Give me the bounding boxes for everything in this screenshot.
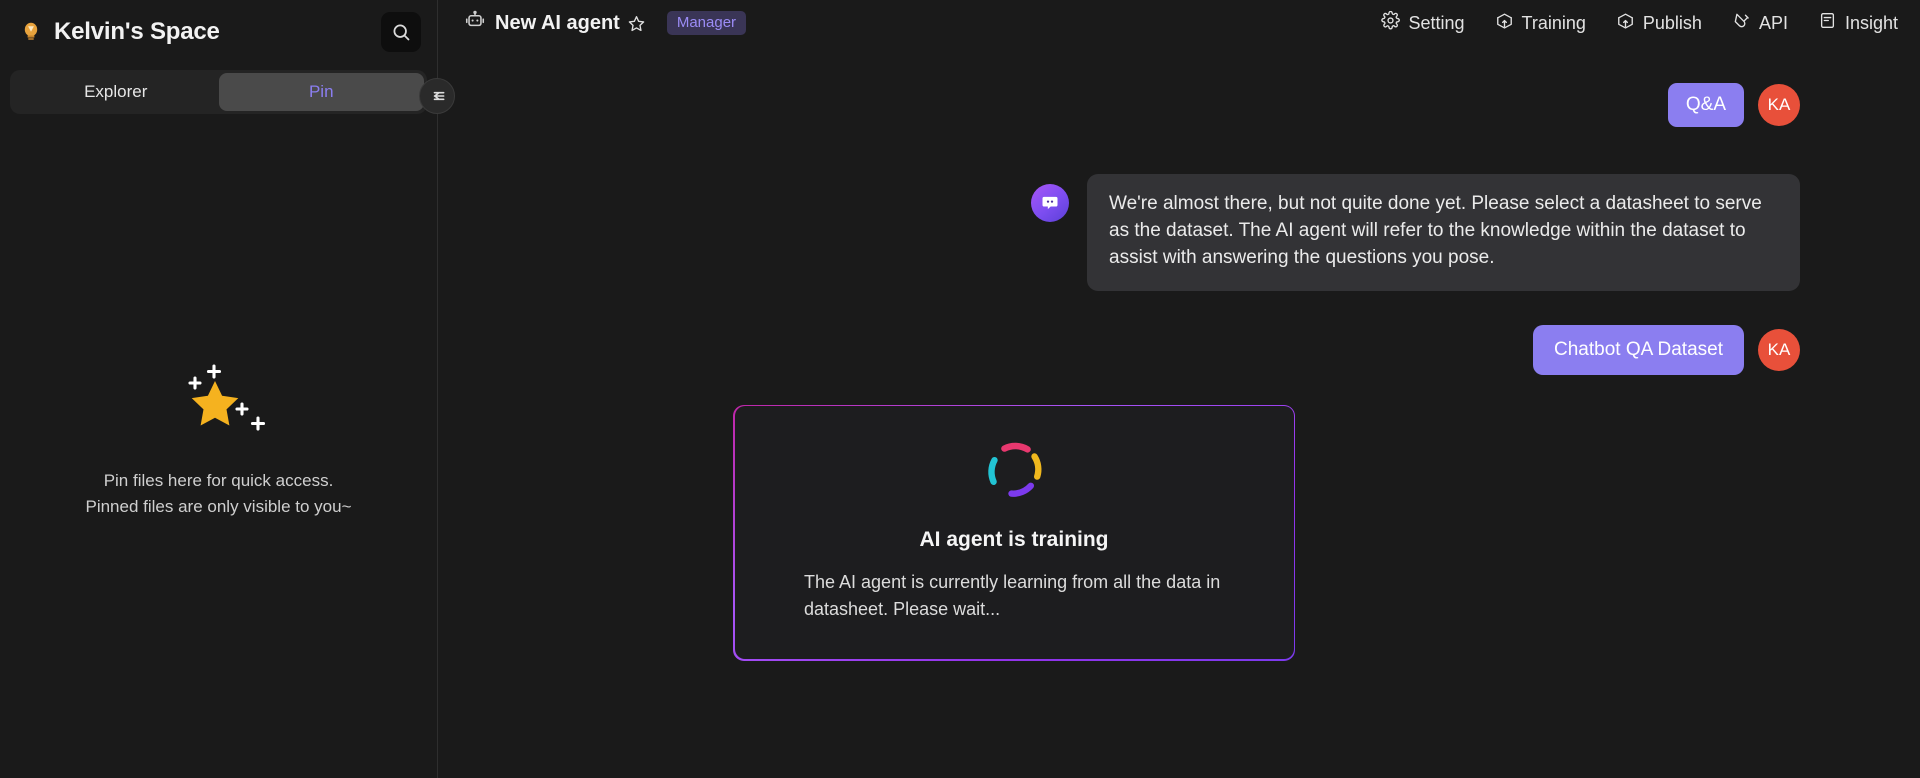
agent-name: New AI agent [495,11,620,34]
sidebar-header: Kelvin's Space [0,0,437,64]
sidebar-empty-state: Pin files here for quick access. Pinned … [0,114,437,778]
loading-spinner-icon [982,438,1046,502]
topbar: New AI agent Manager Setting Training Pu… [438,0,1920,46]
empty-state-line2: Pinned files are only visible to you~ [85,497,352,517]
sidebar-tab-group: Explorer Pin [10,70,427,114]
robot-icon [464,10,486,37]
sidebar: Kelvin's Space Explorer Pin Pin files he… [0,0,455,778]
qa-header-row: Q&A KA [464,46,1894,127]
gear-icon [1381,10,1401,35]
user-message-row: Chatbot QA Dataset KA [464,324,1894,375]
training-card-wrapper: AI agent is training The AI agent is cur… [464,404,1894,661]
plug-icon [1732,11,1751,35]
lightbulb-icon [18,19,44,45]
space-title: Kelvin's Space [54,18,220,45]
nav-item-training[interactable]: Training [1495,11,1586,35]
app-root: Kelvin's Space Explorer Pin Pin files he… [0,0,1920,778]
bot-message-row: We're almost there, but not quite done y… [464,174,1894,291]
agent-identity: New AI agent Manager [464,10,747,37]
sidebar-tab-explorer[interactable]: Explorer [13,73,219,111]
qa-mode-badge[interactable]: Q&A [1667,83,1744,127]
training-description: The AI agent is currently learning from … [804,572,1221,620]
training-card-inner: AI agent is training The AI agent is cur… [734,406,1294,660]
bot-message-bubble: We're almost there, but not quite done y… [1087,174,1800,291]
box-upload-icon [1495,11,1514,35]
training-title: AI agent is training [919,528,1109,552]
sidebar-tab-pin[interactable]: Pin [218,73,424,111]
document-icon [1818,11,1837,35]
nav-item-training-label: Training [1521,12,1586,33]
sidebar-tab-explorer-label: Explorer [84,82,148,101]
empty-state-text: Pin files here for quick access. Pinned … [85,468,351,521]
user-message-bubble: Chatbot QA Dataset [1533,324,1744,375]
star-sparkle-icon [159,360,279,446]
nav-item-insight-label: Insight [1844,12,1898,33]
topbar-nav: Setting Training Publish API Insight [1381,10,1898,35]
collapse-sidebar-icon[interactable] [419,78,455,114]
nav-item-api[interactable]: API [1732,11,1788,35]
main-panel: New AI agent Manager Setting Training Pu… [438,0,1920,778]
nav-item-setting[interactable]: Setting [1381,10,1465,35]
avatar[interactable]: KA [1758,328,1800,371]
star-outline-icon[interactable] [627,14,646,33]
avatar[interactable]: KA [1758,84,1800,126]
chat-area: Q&A KA We're almost there, but not quite… [438,46,1920,778]
box-upload-icon [1616,11,1635,35]
search-icon[interactable] [381,12,421,52]
nav-item-api-label: API [1758,12,1788,33]
training-status-card: AI agent is training The AI agent is cur… [733,404,1295,661]
nav-item-insight[interactable]: Insight [1818,11,1898,35]
empty-state-line1: Pin files here for quick access. [103,471,334,490]
nav-item-publish[interactable]: Publish [1616,11,1702,35]
sidebar-tab-pin-label: Pin [308,82,334,101]
chat-bubble-icon [1031,184,1069,222]
role-badge: Manager [666,11,747,35]
nav-item-setting-label: Setting [1408,12,1465,33]
nav-item-publish-label: Publish [1642,12,1702,33]
